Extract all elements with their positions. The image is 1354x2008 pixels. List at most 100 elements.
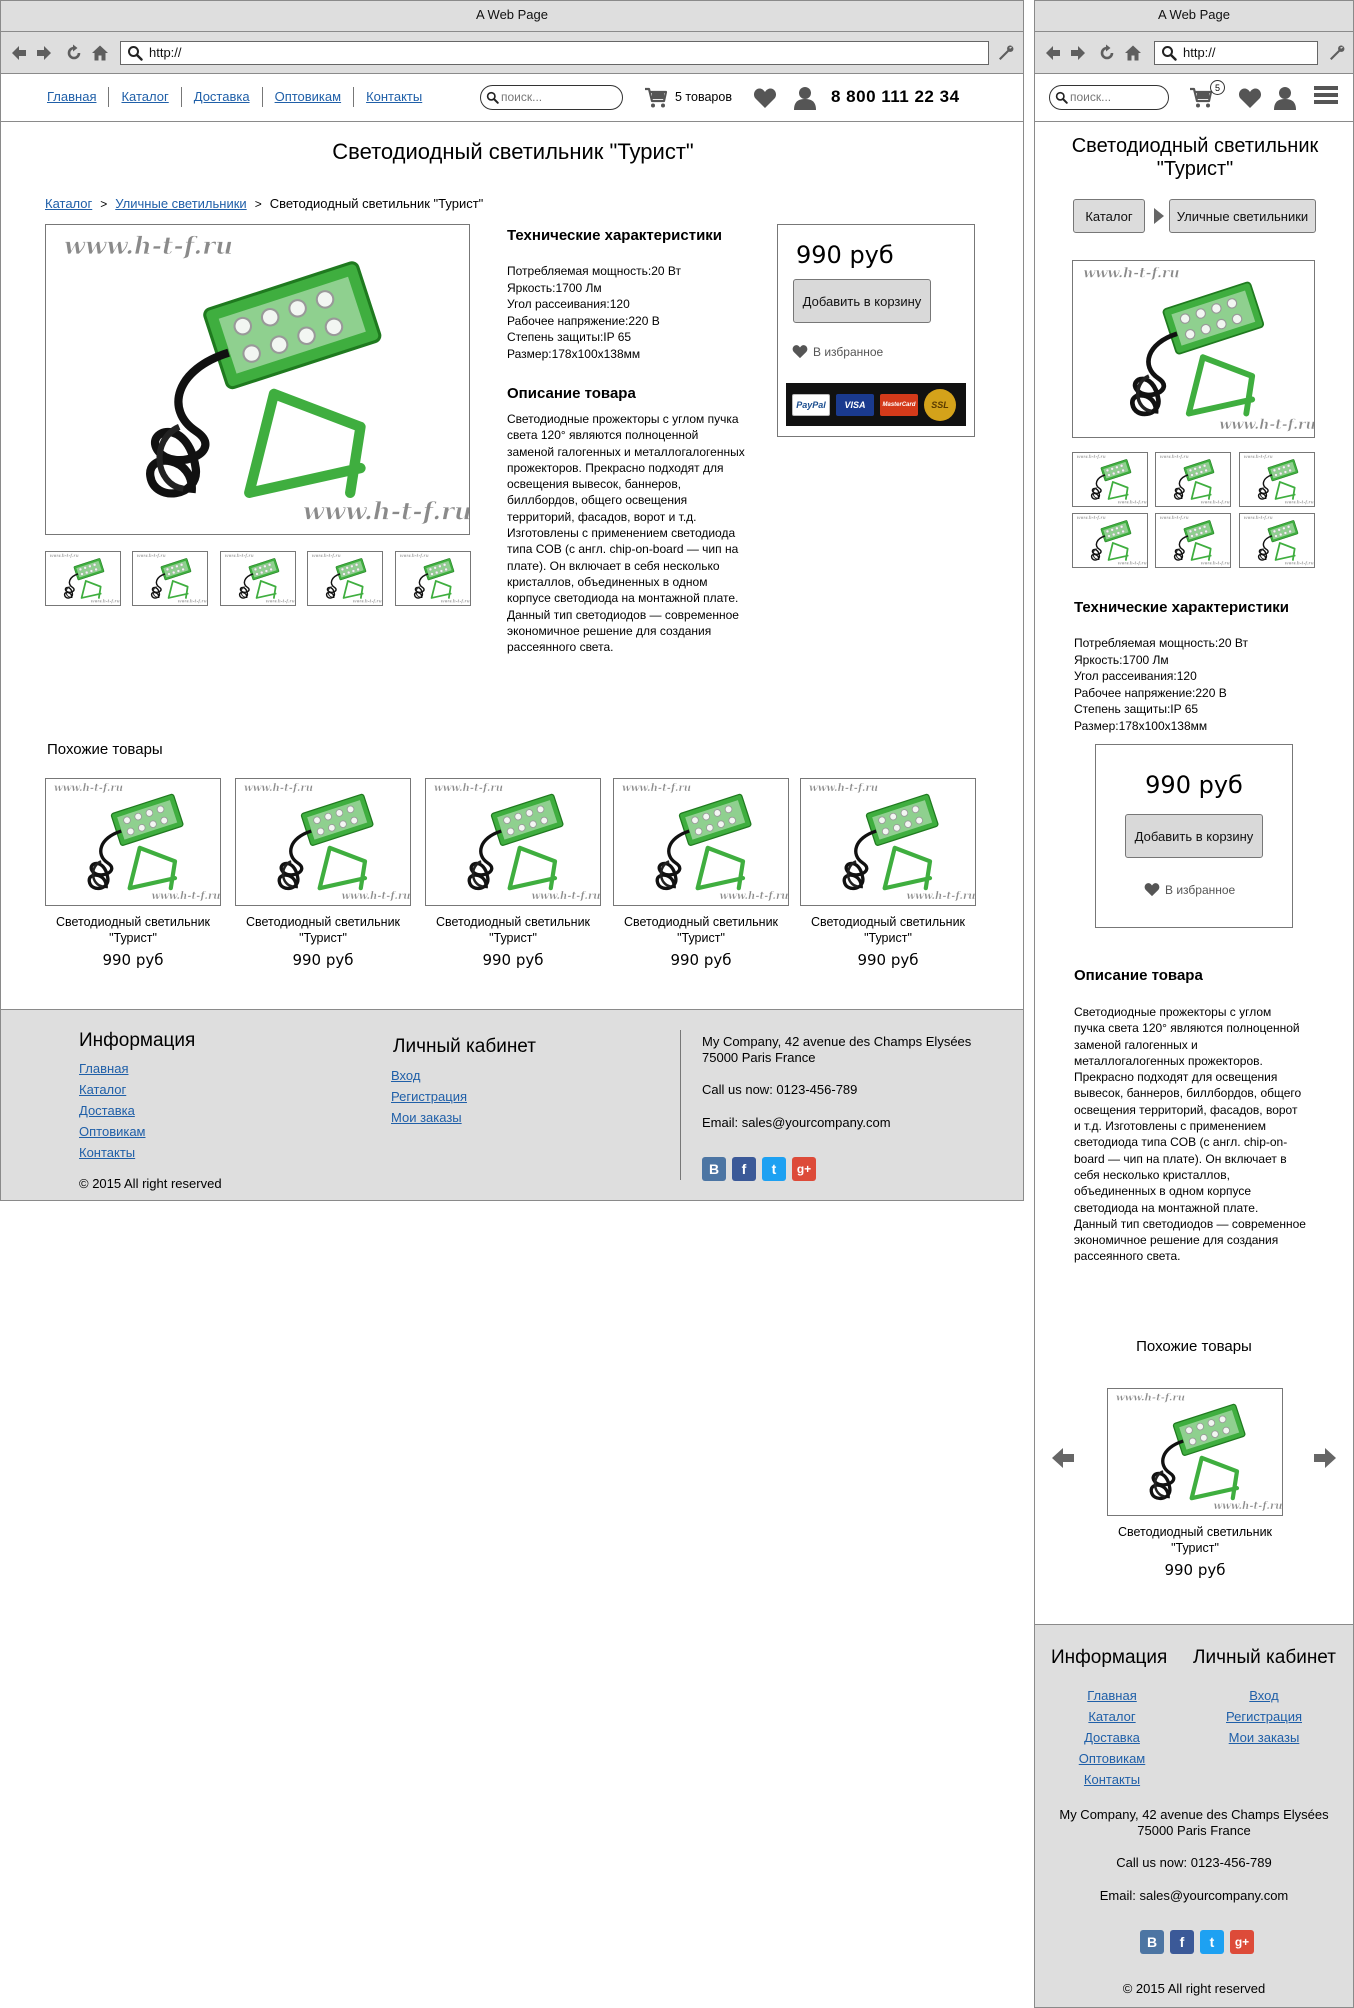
reload-icon[interactable]	[1098, 44, 1116, 62]
search-icon	[127, 45, 143, 61]
carousel-next-arrow-icon[interactable]	[1313, 1447, 1337, 1469]
settings-wrench-icon[interactable]	[1328, 44, 1346, 62]
forward-icon[interactable]	[35, 44, 53, 62]
twitter-icon[interactable]: t	[762, 1157, 786, 1181]
vk-icon[interactable]: В	[702, 1157, 726, 1181]
footer-link-home[interactable]: Главная	[79, 1058, 146, 1079]
url-field[interactable]: http://	[120, 41, 989, 65]
breadcrumb-street-lights[interactable]: Уличные светильники	[1169, 199, 1316, 233]
product-thumbnail[interactable]	[1072, 452, 1148, 507]
similar-product-image[interactable]	[613, 778, 789, 906]
product-thumbnail[interactable]	[1239, 513, 1315, 568]
breadcrumb-separator-icon: >	[100, 196, 108, 211]
product-thumbnail[interactable]	[1239, 452, 1315, 507]
footer-link-catalog[interactable]: Каталог	[79, 1079, 146, 1100]
product-main-image[interactable]	[45, 224, 470, 535]
similar-product-image[interactable]	[1107, 1388, 1283, 1516]
footer-link-login[interactable]: Вход	[391, 1065, 467, 1086]
cart-icon[interactable]	[644, 87, 668, 109]
user-account-icon[interactable]	[1273, 86, 1297, 110]
footer-link-login[interactable]: Вход	[1249, 1685, 1278, 1706]
url-field[interactable]: http://	[1154, 41, 1318, 65]
nav-catalog[interactable]: Каталог	[109, 87, 182, 107]
google-plus-icon[interactable]: g+	[1230, 1930, 1254, 1954]
product-main-image[interactable]	[1072, 260, 1315, 438]
nav-delivery[interactable]: Доставка	[182, 87, 263, 107]
favorites-heart-icon[interactable]	[1238, 87, 1262, 109]
footer-link-contacts[interactable]: Контакты	[79, 1142, 146, 1163]
product-thumbnail[interactable]	[1155, 513, 1231, 568]
similar-product-image[interactable]	[800, 778, 976, 906]
add-to-cart-button[interactable]: Добавить в корзину	[1125, 814, 1263, 858]
description-line: рассеянного света.	[507, 640, 614, 655]
similar-product-image[interactable]	[235, 778, 411, 906]
similar-product-name: Светодиодный светильник "Турист"	[435, 915, 591, 945]
breadcrumb-catalog[interactable]: Каталог	[45, 196, 92, 211]
site-search-input[interactable]: поиск...	[480, 85, 623, 110]
nav-contacts[interactable]: Контакты	[354, 87, 434, 107]
similar-product-name: Светодиодный светильник "Турист"	[1117, 1525, 1273, 1555]
product-thumbnail[interactable]	[45, 551, 121, 606]
copyright: © 2015 All right reserved	[1122, 1981, 1266, 1996]
site-search-input[interactable]: поиск...	[1049, 85, 1169, 110]
footer-link-home[interactable]: Главная	[1087, 1685, 1136, 1706]
description-line: Изготовлены с применением светодиода	[507, 526, 736, 541]
footer-link-register[interactable]: Регистрация	[1226, 1706, 1302, 1727]
description-line: Данный тип светодиодов — современное	[1074, 1216, 1306, 1231]
footer-link-catalog[interactable]: Каталог	[1088, 1706, 1135, 1727]
breadcrumb-catalog[interactable]: Каталог	[1073, 199, 1145, 233]
footer-link-delivery[interactable]: Доставка	[79, 1100, 146, 1121]
footer-link-register[interactable]: Регистрация	[391, 1086, 467, 1107]
facebook-icon[interactable]: f	[732, 1157, 756, 1181]
hamburger-menu-icon[interactable]	[1314, 86, 1338, 107]
settings-wrench-icon[interactable]	[997, 44, 1015, 62]
add-to-cart-button[interactable]: Добавить в корзину	[793, 279, 931, 323]
facebook-icon[interactable]: f	[1170, 1930, 1194, 1954]
add-to-favorites-link[interactable]: В избранное	[792, 344, 883, 359]
add-to-favorites-link[interactable]: В избранное	[1144, 882, 1235, 897]
footer-link-wholesale[interactable]: Оптовикам	[1079, 1748, 1146, 1769]
back-icon[interactable]	[1044, 44, 1062, 62]
product-thumbnail[interactable]	[307, 551, 383, 606]
similar-product-card[interactable]: Светодиодный светильник "Турист" 990 руб	[800, 778, 976, 969]
product-thumbnail[interactable]	[395, 551, 471, 606]
footer-link-orders[interactable]: Мои заказы	[1229, 1727, 1300, 1748]
footer-link-contacts[interactable]: Контакты	[1084, 1769, 1140, 1790]
twitter-icon[interactable]: t	[1200, 1930, 1224, 1954]
similar-product-card[interactable]: Светодиодный светильник "Турист" 990 руб	[235, 778, 411, 969]
description-line: Светодиодные прожекторы с углом	[1074, 1005, 1272, 1019]
nav-home[interactable]: Главная	[47, 87, 110, 107]
carousel-prev-arrow-icon[interactable]	[1051, 1447, 1075, 1469]
home-icon[interactable]	[91, 44, 109, 62]
favorites-heart-icon[interactable]	[753, 87, 777, 109]
cart-icon[interactable]	[1189, 87, 1213, 109]
product-description: Светодиодные прожекторы с углом пучка св…	[1074, 1004, 1306, 1265]
footer-link-delivery[interactable]: Доставка	[1084, 1727, 1140, 1748]
similar-product-card[interactable]: Светодиодный светильник "Турист" 990 руб	[45, 778, 221, 969]
product-thumbnail[interactable]	[132, 551, 208, 606]
similar-product-card[interactable]: Светодиодный светильник "Турист" 990 руб	[1107, 1388, 1283, 1579]
vk-icon[interactable]: В	[1140, 1930, 1164, 1954]
forward-icon[interactable]	[1069, 44, 1087, 62]
back-icon[interactable]	[10, 44, 28, 62]
similar-product-card[interactable]: Светодиодный светильник "Турист" 990 руб	[425, 778, 601, 969]
similar-product-image[interactable]	[425, 778, 601, 906]
cart-count-label[interactable]: 5 товаров	[675, 90, 732, 104]
google-plus-icon[interactable]: g+	[792, 1157, 816, 1181]
reload-icon[interactable]	[65, 44, 83, 62]
nav-wholesale[interactable]: Оптовикам	[263, 87, 355, 107]
breadcrumb-street-lights[interactable]: Уличные светильники	[115, 196, 246, 211]
favorites-label: В избранное	[813, 344, 884, 359]
user-account-icon[interactable]	[793, 86, 817, 110]
product-thumbnail[interactable]	[1155, 452, 1231, 507]
footer-link-wholesale[interactable]: Оптовикам	[79, 1121, 146, 1142]
similar-product-image[interactable]	[45, 778, 221, 906]
footer-account-links: Вход Регистрация Мои заказы	[391, 1065, 467, 1128]
home-icon[interactable]	[1124, 44, 1142, 62]
buy-box: 990 руб Добавить в корзину В избранное	[1095, 744, 1293, 928]
footer-link-orders[interactable]: Мои заказы	[391, 1107, 467, 1128]
social-links: В f t g+	[1140, 1930, 1254, 1954]
product-thumbnail[interactable]	[1072, 513, 1148, 568]
product-thumbnail[interactable]	[220, 551, 296, 606]
similar-product-card[interactable]: Светодиодный светильник "Турист" 990 руб	[613, 778, 789, 969]
